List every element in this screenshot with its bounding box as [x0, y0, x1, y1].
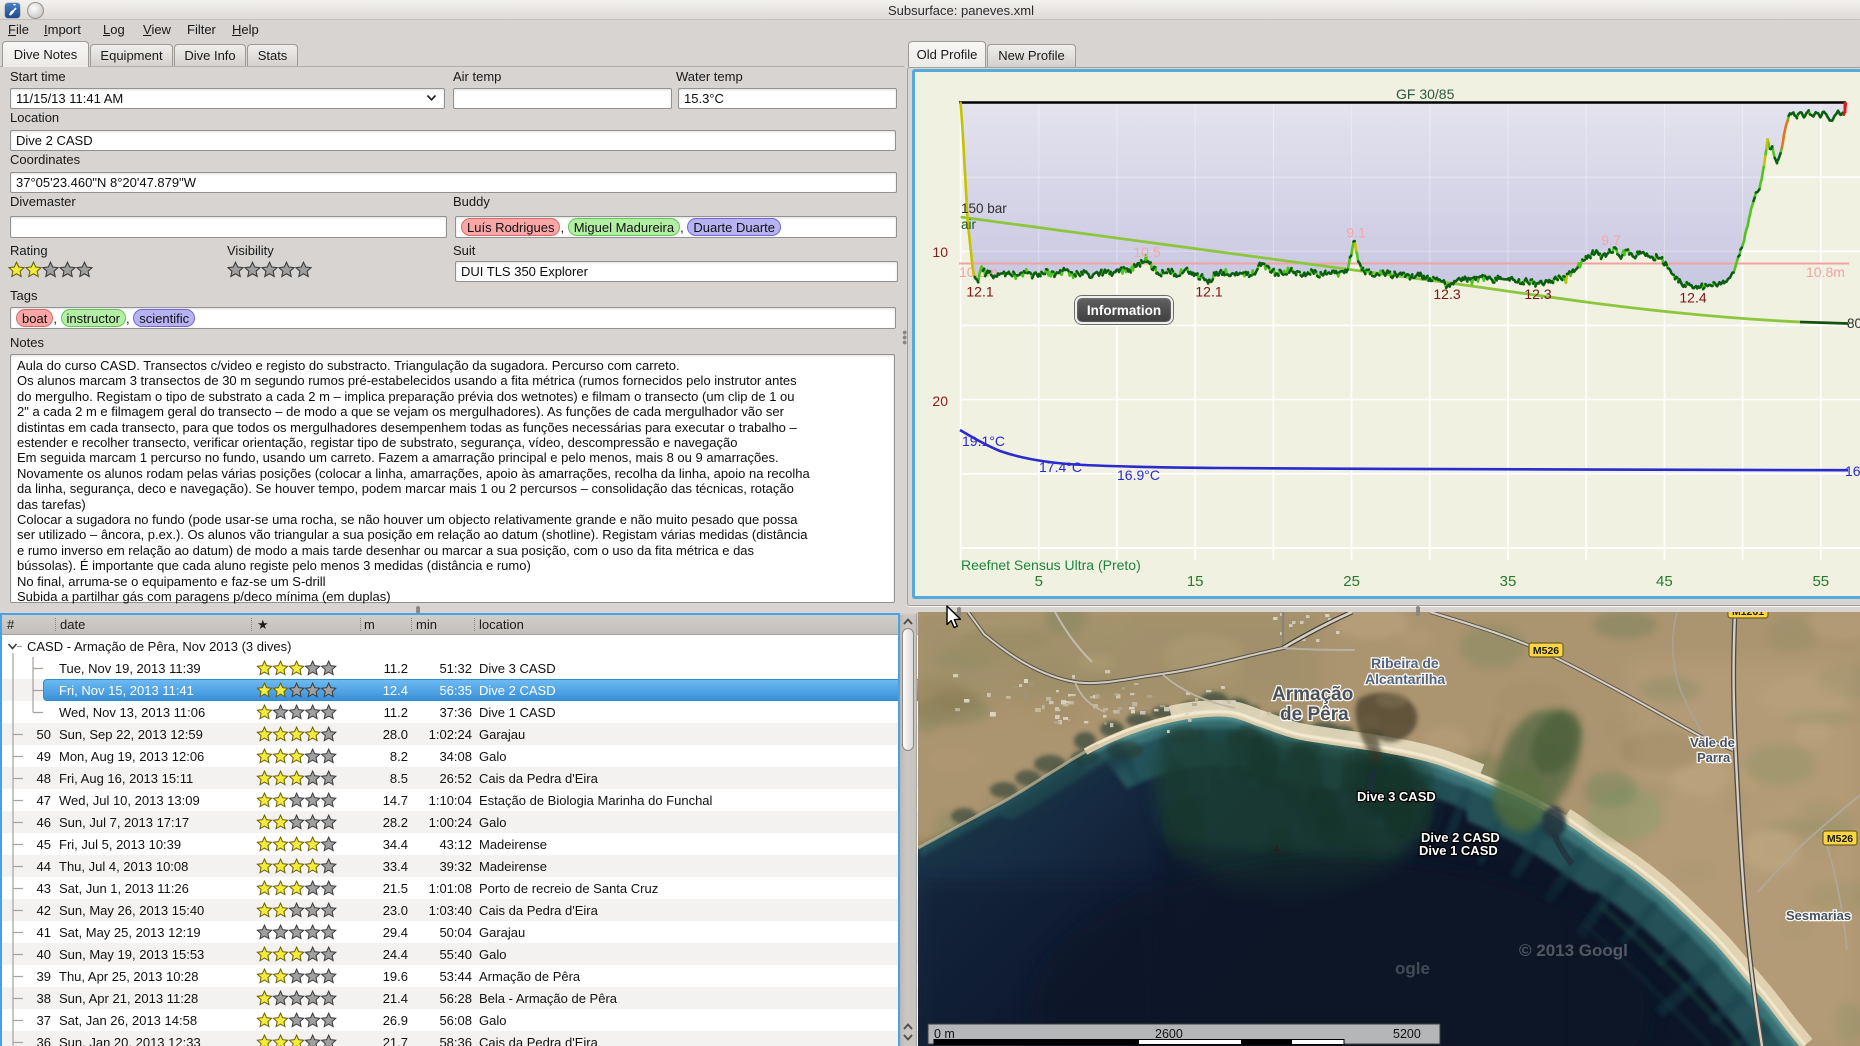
svg-text:Ribeira de: Ribeira de	[1371, 655, 1439, 671]
svg-text:9.1: 9.1	[1346, 225, 1366, 241]
svg-text:12.4: 12.4	[1679, 290, 1706, 306]
svg-text:16.9°C: 16.9°C	[1117, 467, 1160, 483]
svg-text:Armação: Armação	[1272, 684, 1353, 705]
svg-text:45: 45	[1656, 573, 1673, 590]
svg-text:© 2013 Googl: © 2013 Googl	[1519, 941, 1628, 960]
svg-text:12.1: 12.1	[1195, 284, 1222, 300]
svg-text:Dive 1 CASD: Dive 1 CASD	[1419, 843, 1498, 858]
svg-text:25: 25	[1343, 573, 1360, 590]
svg-text:5: 5	[1035, 573, 1043, 590]
svg-text:M526: M526	[1827, 833, 1853, 845]
svg-text:Alcantarilha: Alcantarilha	[1365, 671, 1445, 687]
svg-text:Dive 3 CASD: Dive 3 CASD	[1357, 789, 1436, 804]
svg-text:12.3: 12.3	[1524, 286, 1551, 302]
svg-text:Reefnet Sensus Ultra (Preto): Reefnet Sensus Ultra (Preto)	[961, 557, 1141, 573]
svg-text:10.8m: 10.8m	[1806, 264, 1845, 280]
svg-text:5200: 5200	[1393, 1027, 1421, 1041]
svg-text:55: 55	[1812, 573, 1829, 590]
svg-text:20: 20	[932, 393, 948, 409]
svg-text:80 b: 80 b	[1847, 316, 1860, 331]
svg-text:0 m: 0 m	[934, 1027, 955, 1041]
svg-text:9.7: 9.7	[1601, 232, 1621, 248]
svg-text:17.4°C: 17.4°C	[1039, 459, 1082, 475]
svg-text:de Pêra: de Pêra	[1280, 704, 1349, 725]
svg-text:19.1°C: 19.1°C	[962, 433, 1005, 449]
svg-text:M1261: M1261	[1732, 612, 1764, 618]
svg-text:ogle: ogle	[1395, 959, 1430, 978]
svg-text:Parra: Parra	[1697, 750, 1731, 765]
svg-text:air: air	[961, 217, 977, 232]
svg-text:Sesmarias: Sesmarias	[1786, 908, 1851, 923]
svg-text:10.5: 10.5	[1133, 244, 1160, 260]
svg-text:2600: 2600	[1155, 1027, 1183, 1041]
svg-text:12.1: 12.1	[966, 284, 993, 300]
svg-text:16: 16	[1845, 463, 1860, 479]
svg-text:12.3: 12.3	[1433, 286, 1460, 302]
svg-text:Vale de: Vale de	[1690, 735, 1735, 750]
svg-text:35: 35	[1500, 573, 1517, 590]
svg-text:M526: M526	[1533, 645, 1559, 657]
svg-text:GF 30/85: GF 30/85	[1396, 86, 1455, 102]
svg-text:10: 10	[932, 244, 948, 260]
svg-text:150 bar: 150 bar	[961, 201, 1007, 216]
svg-text:15: 15	[1187, 573, 1204, 590]
